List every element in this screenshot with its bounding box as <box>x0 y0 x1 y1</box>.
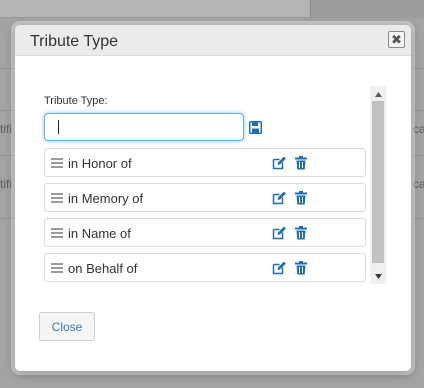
list-item[interactable]: on Behalf of <box>44 253 366 282</box>
close-button[interactable]: Close <box>39 312 95 341</box>
background-text-fragment: ca <box>413 122 424 136</box>
item-label: in Name of <box>68 226 131 241</box>
edit-icon[interactable] <box>272 156 286 170</box>
text-caret <box>58 120 59 134</box>
tribute-type-input[interactable] <box>44 113 244 141</box>
item-label: in Memory of <box>68 191 144 206</box>
trash-icon[interactable] <box>295 261 307 275</box>
close-icon[interactable]: ✖ <box>388 31 405 48</box>
edit-icon[interactable] <box>272 226 286 240</box>
background-text-fragment: tifi <box>0 122 12 136</box>
scroll-down-icon[interactable] <box>370 269 386 283</box>
list-scrollbar[interactable] <box>370 86 386 284</box>
dialog-title: Tribute Type <box>30 33 119 50</box>
tribute-type-dialog: Tribute Type ✖ Tribute Type: in Honor of <box>15 25 411 371</box>
background-top-button <box>310 0 424 18</box>
item-label: in Honor of <box>68 156 132 171</box>
tribute-type-label: Tribute Type: <box>44 95 108 107</box>
trash-icon[interactable] <box>295 226 307 240</box>
edit-icon[interactable] <box>272 261 286 275</box>
background-text-fragment: ca <box>413 177 424 191</box>
trash-icon[interactable] <box>295 156 307 170</box>
drag-handle-icon[interactable] <box>51 193 63 203</box>
drag-handle-icon[interactable] <box>51 263 63 273</box>
drag-handle-icon[interactable] <box>51 158 63 168</box>
save-icon[interactable] <box>249 121 262 134</box>
background-text-fragment: tifi <box>0 177 12 191</box>
drag-handle-icon[interactable] <box>51 228 63 238</box>
scroll-up-icon[interactable] <box>370 87 386 101</box>
edit-icon[interactable] <box>272 191 286 205</box>
trash-icon[interactable] <box>295 191 307 205</box>
list-item[interactable]: in Honor of <box>44 148 366 177</box>
item-label: on Behalf of <box>68 261 138 276</box>
scrollbar-thumb[interactable] <box>372 101 384 263</box>
dialog-header: Tribute Type ✖ <box>15 25 411 56</box>
list-item[interactable]: in Name of <box>44 218 366 247</box>
list-item[interactable]: in Memory of <box>44 183 366 212</box>
